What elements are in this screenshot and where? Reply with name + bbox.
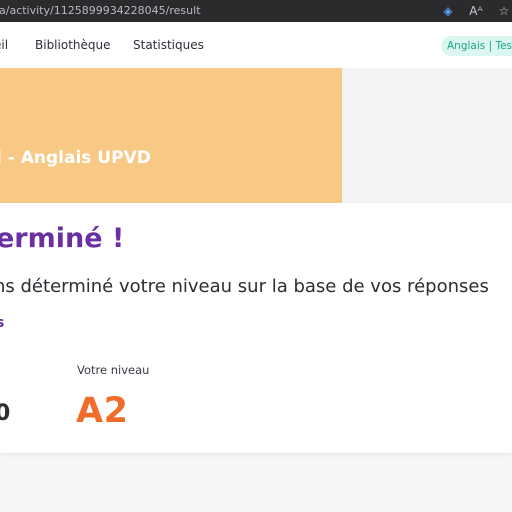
activity-banner: i - Anglais UPVD — [0, 68, 342, 203]
level-value: A2 — [76, 391, 129, 431]
level-label: Votre niveau — [77, 363, 150, 377]
result-headline: erminé ! — [0, 223, 125, 254]
address-url[interactable]: a/activity/1125899934228045/result — [0, 0, 201, 22]
result-description: ns déterminé votre niveau sur la base de… — [0, 276, 489, 297]
star-icon[interactable]: ☆ — [496, 0, 512, 22]
score-value: 0 — [0, 401, 11, 426]
course-badge[interactable]: Anglais | Test — [441, 36, 512, 56]
nav-item-accueil[interactable]: eil — [0, 22, 8, 68]
tag-icon[interactable]: ◈ — [440, 0, 456, 22]
browser-address-bar[interactable]: a/activity/1125899934228045/result ◈ Aᴬ … — [0, 0, 512, 22]
banner-side-area — [342, 68, 512, 203]
result-subtext: s — [0, 315, 5, 331]
banner-title: i - Anglais UPVD — [0, 148, 151, 168]
nav-item-statistiques[interactable]: Statistiques — [133, 22, 204, 68]
read-aloud-icon[interactable]: Aᴬ — [468, 0, 484, 22]
nav-item-bibliotheque[interactable]: Bibliothèque — [35, 22, 111, 68]
result-card: erminé ! ns déterminé votre niveau sur l… — [0, 203, 512, 453]
top-navigation: eil Bibliothèque Statistiques Anglais | … — [0, 22, 512, 69]
